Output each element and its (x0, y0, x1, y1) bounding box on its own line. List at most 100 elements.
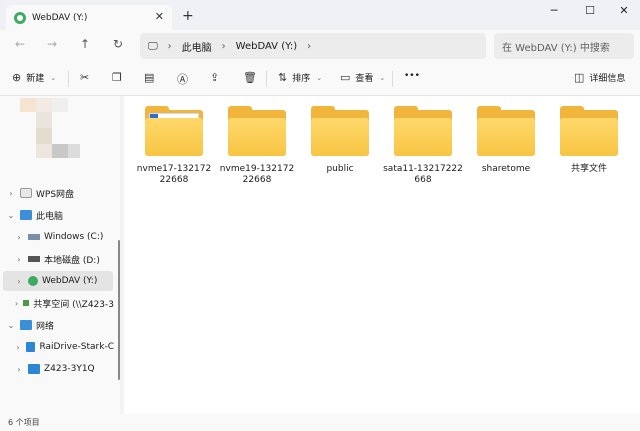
sidebar-scrollbar[interactable] (118, 240, 120, 380)
more-button[interactable]: ••• (404, 71, 420, 81)
sort-button[interactable]: ⇅ 排序 ⌄ (278, 71, 322, 84)
command-bar: ⊕ 新建 ⌄ ✂ ❐ ▤ Ⓐ ⇪ 🗑 ⇅ 排序 ⌄ ▭ 查看 ⌄ ••• ◫ 详… (0, 62, 640, 96)
folder-icon (145, 106, 203, 156)
copy-icon: ❐ (112, 71, 122, 84)
new-tab-button[interactable]: + (182, 8, 194, 24)
folder-icon (560, 106, 618, 156)
chevron-right-icon[interactable]: › (6, 189, 16, 198)
sidebar-item-this-pc[interactable]: ⌄ 此电脑 (0, 205, 114, 225)
folder-name: sharetome (481, 164, 531, 174)
paste-button[interactable]: ▤ (144, 71, 159, 84)
computer-icon (25, 342, 36, 352)
refresh-button[interactable]: ↻ (110, 37, 126, 51)
new-label: 新建 (26, 74, 45, 84)
sidebar-item-wps-drive[interactable]: › WPS网盘 (0, 183, 114, 203)
sidebar-item-label: 共享空间 (\\Z423-3 (33, 299, 114, 310)
folder-item[interactable]: 共享文件 (549, 106, 629, 175)
navigation-pane[interactable]: › WPS网盘 ⌄ 此电脑 › Windows (C:) › 本地磁盘 (D:)… (0, 96, 120, 414)
item-count: 6 个项目 (8, 418, 40, 427)
folder-item[interactable]: nvme17-13217222668 (134, 106, 214, 186)
sidebar-item-windows-c[interactable]: › Windows (C:) (0, 227, 114, 247)
folder-name: 共享文件 (570, 164, 607, 174)
divider (68, 71, 69, 87)
blurred-region (36, 112, 52, 128)
breadcrumb-separator-icon[interactable]: › (168, 41, 172, 52)
folder-item[interactable]: sata11-13217222668 (383, 106, 463, 186)
navigation-bar: ← → ↑ ↻ 🖵 › 此电脑 › WebDAV (Y:) › 在 WebDAV… (0, 30, 640, 62)
sidebar-item-raidrive[interactable]: › RaiDrive-Stark-C (0, 337, 114, 357)
file-list[interactable]: nvme17-13217222668 nvme19-13217222668 pu… (124, 96, 640, 414)
plus-icon: ⊕ (12, 71, 22, 84)
close-button[interactable]: ✕ (614, 4, 634, 17)
chevron-right-icon[interactable]: › (14, 277, 24, 286)
up-button[interactable]: ↑ (77, 37, 93, 51)
rename-button[interactable]: Ⓐ (177, 71, 193, 87)
sidebar-item-network[interactable]: ⌄ 网络 (0, 315, 114, 335)
sidebar-item-z423[interactable]: › Z423-3Y1Q (0, 359, 114, 379)
divider (392, 71, 393, 87)
folder-item[interactable]: public (300, 106, 380, 175)
details-label: 详细信息 (589, 74, 626, 84)
folder-name: nvme17-13217222668 (136, 164, 212, 185)
webdav-drive-icon (28, 276, 38, 286)
chevron-down-icon[interactable]: ⌄ (6, 321, 16, 330)
webdav-drive-icon (14, 11, 26, 24)
details-button[interactable]: ◫ 详细信息 (574, 71, 625, 84)
folder-icon (394, 106, 452, 156)
sidebar-item-shared-space[interactable]: › 共享空间 (\\Z423-3 (0, 293, 114, 313)
minimize-button[interactable]: ─ (544, 4, 564, 17)
copy-button[interactable]: ❐ (112, 71, 127, 84)
breadcrumb-webdav[interactable]: WebDAV (Y:) (236, 41, 298, 52)
cut-button[interactable]: ✂ (80, 71, 94, 84)
computer-icon (28, 364, 40, 374)
breadcrumb-separator-icon[interactable]: › (222, 41, 226, 52)
delete-button[interactable]: 🗑 (243, 71, 262, 84)
network-drive-icon (23, 300, 30, 306)
sidebar-item-label: WebDAV (Y:) (42, 276, 98, 286)
folder-name: nvme19-13217222668 (219, 164, 295, 185)
computer-icon (20, 210, 32, 220)
address-bar[interactable]: 🖵 › 此电脑 › WebDAV (Y:) › (140, 33, 486, 59)
drive-icon (28, 234, 40, 240)
maximize-button[interactable]: ☐ (580, 4, 600, 17)
trash-icon: 🗑 (243, 71, 257, 84)
chevron-right-icon[interactable]: › (14, 343, 22, 352)
folder-item[interactable]: nvme19-13217222668 (217, 106, 297, 186)
chevron-right-icon[interactable]: › (14, 255, 24, 264)
new-button[interactable]: ⊕ 新建 ⌄ (12, 71, 56, 84)
blurred-region (36, 98, 52, 112)
tab-webdav[interactable]: WebDAV (Y:) ✕ (6, 5, 172, 30)
chevron-right-icon[interactable]: › (14, 365, 24, 374)
tab-close-icon[interactable]: ✕ (155, 10, 164, 23)
drive-icon (28, 256, 40, 262)
sidebar-item-webdav-y[interactable]: › WebDAV (Y:) (3, 271, 113, 291)
forward-button[interactable]: → (44, 37, 60, 51)
share-icon: ⇪ (210, 71, 220, 84)
blurred-region (52, 144, 68, 158)
sidebar-item-label: Z423-3Y1Q (44, 364, 95, 374)
chevron-down-icon: ⌄ (316, 73, 323, 82)
network-icon (20, 320, 32, 330)
sort-label: 排序 (292, 74, 311, 84)
sidebar-item-label: 此电脑 (36, 211, 64, 222)
sidebar-item-label: 网络 (36, 321, 55, 332)
breadcrumb-this-pc[interactable]: 此电脑 (182, 39, 212, 54)
view-button[interactable]: ▭ 查看 ⌄ (340, 71, 385, 84)
blurred-region (68, 144, 80, 158)
chevron-right-icon[interactable]: › (14, 299, 19, 308)
chevron-right-icon[interactable]: › (14, 233, 24, 242)
search-input[interactable]: 在 WebDAV (Y:) 中搜索 (494, 33, 634, 59)
folder-item[interactable]: sharetome (466, 106, 546, 175)
cut-icon: ✂ (80, 71, 90, 84)
sidebar-item-local-disk-d[interactable]: › 本地磁盘 (D:) (0, 249, 114, 269)
view-label: 查看 (355, 74, 374, 84)
breadcrumb-separator-icon[interactable]: › (307, 41, 311, 52)
chevron-down-icon: ⌄ (50, 73, 57, 82)
rename-icon: Ⓐ (177, 73, 188, 86)
back-button[interactable]: ← (12, 37, 28, 51)
more-icon: ••• (404, 71, 420, 81)
tab-title: WebDAV (Y:) (32, 12, 88, 23)
monitor-icon: 🖵 (148, 40, 158, 52)
share-button[interactable]: ⇪ (210, 71, 224, 84)
chevron-down-icon[interactable]: ⌄ (6, 211, 16, 220)
